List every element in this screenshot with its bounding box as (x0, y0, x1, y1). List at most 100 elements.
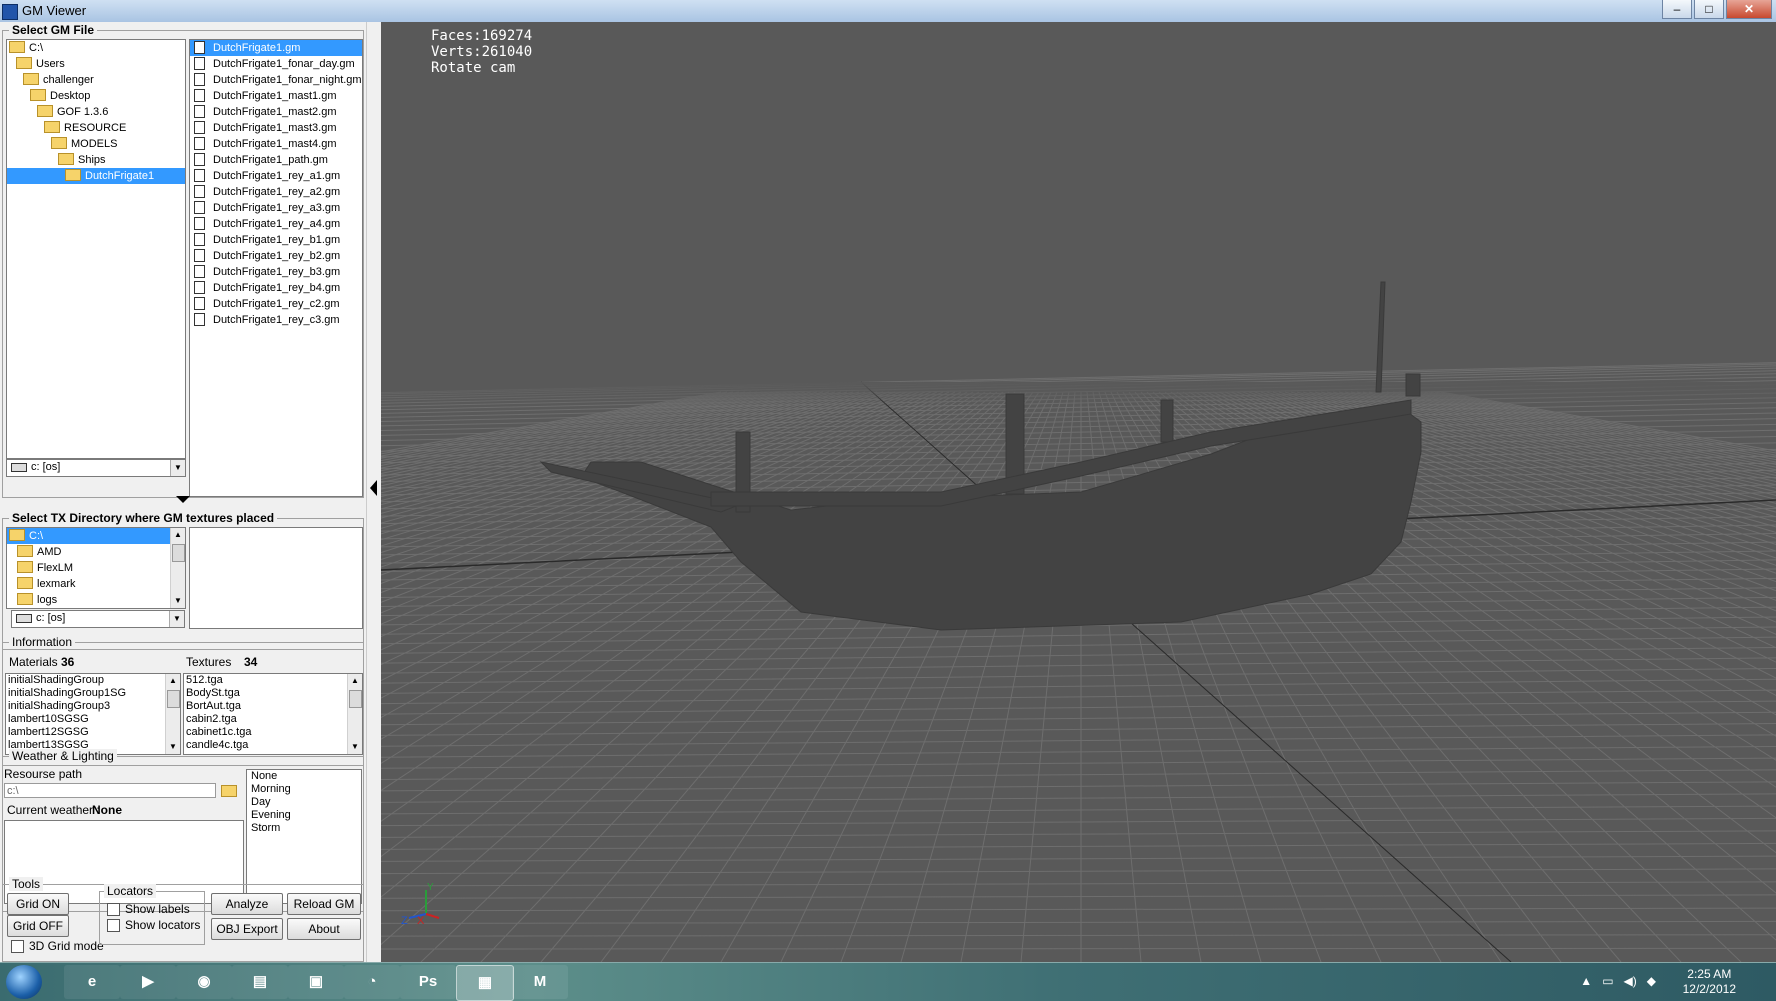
textures-scrollbar[interactable]: ▲ ▼ (347, 674, 362, 754)
gm-file-item[interactable]: DutchFrigate1_mast3.gm (190, 120, 362, 136)
gm-tree-item[interactable]: Ships (7, 152, 185, 168)
network-icon[interactable]: ▭ (1602, 974, 1613, 988)
taskbar-photoshop-button[interactable]: Ps (400, 965, 456, 999)
taskbar-media-button[interactable]: ▶ (120, 965, 176, 999)
show-labels-checkbox[interactable]: Show labels (107, 902, 190, 917)
scroll-down-icon[interactable]: ▼ (171, 594, 185, 608)
gm-tree-item[interactable]: GOF 1.3.6 (7, 104, 185, 120)
minimize-button[interactable]: – (1662, 0, 1692, 19)
clock[interactable]: 2:25 AM 12/2/2012 (1683, 967, 1736, 997)
tray-arrow-icon[interactable]: ▲ (1580, 974, 1592, 988)
textures-list[interactable]: 512.tga BodySt.tga BortAut.tga cabin2.tga ca… (183, 673, 363, 755)
gm-file-item[interactable]: DutchFrigate1_rey_a1.gm (190, 168, 362, 184)
scroll-thumb[interactable] (167, 690, 180, 708)
about-button[interactable]: About (287, 918, 361, 940)
scroll-up-icon[interactable]: ▲ (166, 674, 180, 688)
gm-tree-item[interactable]: challenger (7, 72, 185, 88)
gm-drive-select[interactable]: c: [os] ▼ (6, 459, 186, 477)
gm-file-item[interactable]: DutchFrigate1_mast4.gm (190, 136, 362, 152)
reload-gm-button[interactable]: Reload GM (287, 893, 361, 915)
scroll-thumb[interactable] (172, 544, 185, 562)
taskbar-firefox-button[interactable]: ◉ (176, 965, 232, 999)
gm-file-item[interactable]: DutchFrigate1_rey_b4.gm (190, 280, 362, 296)
show-locators-checkbox[interactable]: Show locators (107, 918, 200, 933)
material-item[interactable]: lambert12SGSG (6, 726, 180, 739)
gm-folder-tree[interactable]: C:\ Users challenger Desktop GOF 1.3.6 RESOUR… (6, 39, 186, 459)
gm-tree-item[interactable]: C:\ (7, 40, 185, 56)
scene-canvas[interactable]: Y Z X (381, 22, 1776, 962)
scroll-up-icon[interactable]: ▲ (348, 674, 362, 688)
weather-option[interactable]: Day (249, 796, 361, 809)
tx-tree-scrollbar[interactable]: ▲ ▼ (170, 528, 185, 608)
panel-splitter[interactable] (366, 22, 381, 962)
taskbar-maya-button[interactable]: M (512, 965, 568, 999)
close-button[interactable]: ✕ (1726, 0, 1772, 19)
grid-off-button[interactable]: Grid OFF (7, 915, 69, 937)
weather-option[interactable]: None (249, 770, 361, 783)
checkbox-icon[interactable] (107, 919, 120, 933)
gm-file-item[interactable]: DutchFrigate1_path.gm (190, 152, 362, 168)
gm-file-item[interactable]: DutchFrigate1_rey_b1.gm (190, 232, 362, 248)
material-item[interactable]: initialShadingGroup3 (6, 700, 180, 713)
checkbox-icon[interactable] (107, 903, 120, 917)
gm-file-item[interactable]: DutchFrigate1.gm (190, 40, 362, 56)
collapse-left-icon[interactable] (370, 480, 377, 496)
checkbox-icon[interactable] (11, 940, 24, 954)
scroll-up-icon[interactable]: ▲ (171, 528, 185, 542)
gm-file-item[interactable]: DutchFrigate1_rey_b3.gm (190, 264, 362, 280)
gm-file-item[interactable]: DutchFrigate1_rey_a4.gm (190, 216, 362, 232)
gm-file-item[interactable]: DutchFrigate1_rey_b2.gm (190, 248, 362, 264)
chevron-down-icon[interactable]: ▼ (169, 611, 184, 627)
weather-option[interactable]: Storm (249, 822, 361, 835)
gm-tree-item[interactable]: RESOURCE (7, 120, 185, 136)
texture-item[interactable]: BortAut.tga (184, 700, 362, 713)
texture-item[interactable]: cabin2.tga (184, 713, 362, 726)
texture-item[interactable]: 512.tga (184, 674, 362, 687)
collapse-arrow-icon[interactable] (176, 496, 190, 503)
grid-3d-checkbox[interactable]: 3D Grid mode (11, 939, 104, 954)
gm-tree-item[interactable]: Users (7, 56, 185, 72)
material-item[interactable]: lambert10SGSG (6, 713, 180, 726)
gm-file-item[interactable]: DutchFrigate1_fonar_day.gm (190, 56, 362, 72)
scroll-down-icon[interactable]: ▼ (166, 740, 180, 754)
gm-file-item[interactable]: DutchFrigate1_mast1.gm (190, 88, 362, 104)
volume-icon[interactable]: ◀) (1624, 974, 1637, 988)
scroll-thumb[interactable] (349, 690, 362, 708)
grid-on-button[interactable]: Grid ON (7, 893, 69, 915)
taskbar-clock-app-button[interactable]: ◔ (344, 965, 400, 999)
gm-file-item[interactable]: DutchFrigate1_mast2.gm (190, 104, 362, 120)
weather-option[interactable]: Morning (249, 783, 361, 796)
tx-tree-item[interactable]: FlexLM (7, 560, 170, 576)
obj-export-button[interactable]: OBJ Export (211, 918, 283, 940)
chevron-down-icon[interactable]: ▼ (170, 460, 185, 476)
materials-scrollbar[interactable]: ▲ ▼ (165, 674, 180, 754)
3d-viewport[interactable]: Y Z X Faces:169274 Verts:261040 Rotate c… (381, 22, 1776, 962)
gm-tree-item[interactable]: MODELS (7, 136, 185, 152)
gm-tree-item[interactable]: Desktop (7, 88, 185, 104)
material-item[interactable]: initialShadingGroup1SG (6, 687, 180, 700)
gm-file-item[interactable]: DutchFrigate1_rey_c3.gm (190, 312, 362, 328)
gm-file-list[interactable]: DutchFrigate1.gm DutchFrigate1_fonar_day.… (189, 39, 363, 497)
taskbar-explorer-button[interactable]: ▤ (232, 965, 288, 999)
gm-tree-item[interactable]: DutchFrigate1 (7, 168, 185, 184)
taskbar-ie-button[interactable]: e (64, 965, 120, 999)
maximize-button[interactable]: □ (1694, 0, 1724, 19)
texture-item[interactable]: BodySt.tga (184, 687, 362, 700)
dropbox-icon[interactable]: ◆ (1647, 974, 1656, 988)
start-button[interactable] (6, 965, 42, 999)
tx-tree-item[interactable]: lexmark (7, 576, 170, 592)
tx-file-list[interactable] (189, 527, 363, 629)
tx-drive-select[interactable]: c: [os] ▼ (11, 610, 185, 628)
texture-item[interactable]: candle4c.tga (184, 739, 362, 752)
tx-tree-item[interactable]: AMD (7, 544, 170, 560)
analyze-button[interactable]: Analyze (211, 893, 283, 915)
open-folder-icon[interactable] (221, 785, 237, 797)
texture-item[interactable]: cabinet1c.tga (184, 726, 362, 739)
taskbar-gmviewer-button[interactable]: ▦ (456, 965, 514, 1001)
gm-file-item[interactable]: DutchFrigate1_rey_a3.gm (190, 200, 362, 216)
scroll-down-icon[interactable]: ▼ (348, 740, 362, 754)
resource-path-input[interactable] (4, 783, 216, 798)
tx-folder-tree[interactable]: C:\ AMD FlexLM lexmark logs ▲ ▼ (6, 527, 186, 609)
weather-option[interactable]: Evening (249, 809, 361, 822)
taskbar-terminal-button[interactable]: ▣ (288, 965, 344, 999)
